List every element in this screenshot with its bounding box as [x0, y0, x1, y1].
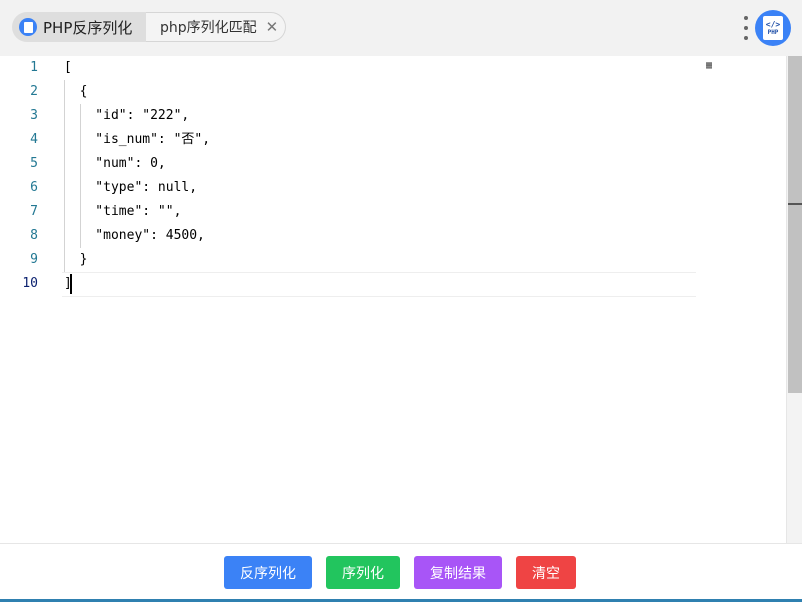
code-glyph: </>: [765, 20, 781, 29]
tab-bar: PHP反序列化 php序列化匹配 ✕ </> PHP: [0, 0, 802, 57]
vertical-scrollbar[interactable]: [786, 56, 802, 543]
tab-php-serialize-match[interactable]: php序列化匹配 ✕: [146, 12, 286, 42]
clear-button[interactable]: 清空: [516, 556, 576, 589]
php-doc-icon: [19, 18, 37, 36]
scrollbar-thumb[interactable]: [788, 56, 802, 393]
line-number: 2: [30, 84, 38, 99]
editor-line: 1 [: [0, 56, 786, 80]
editor-line: 4 "is_num": "否",: [0, 128, 786, 152]
line-code: "id": "222",: [64, 108, 190, 123]
line-number: 4: [30, 132, 38, 147]
editor-line: 7 "time": "",: [0, 200, 786, 224]
editor-line: 3 "id": "222",: [0, 104, 786, 128]
editor-line: 5 "num": 0,: [0, 152, 786, 176]
tab-label: php序列化匹配: [160, 20, 257, 36]
action-bar: 反序列化 序列化 复制结果 清空: [0, 543, 802, 602]
line-code: }: [64, 252, 88, 267]
unserialize-button[interactable]: 反序列化: [224, 556, 312, 589]
kebab-menu-icon[interactable]: [742, 16, 750, 40]
editor-line: 9 }: [0, 248, 786, 272]
tab-php-unserialize[interactable]: PHP反序列化: [12, 12, 152, 42]
code-editor[interactable]: 1 [ 2 { 3 "id": "222", 4 "is_num": "否", …: [0, 56, 786, 543]
copy-result-button[interactable]: 复制结果: [414, 556, 502, 589]
app-logo[interactable]: </> PHP: [755, 10, 791, 46]
line-code: "is_num": "否",: [64, 132, 211, 147]
minimap-icon[interactable]: ▦: [706, 59, 720, 73]
serialize-button[interactable]: 序列化: [326, 556, 400, 589]
editor-line: 8 "money": 4500,: [0, 224, 786, 248]
line-code: [: [64, 60, 72, 75]
line-number: 10: [22, 276, 38, 291]
line-code: "money": 4500,: [64, 228, 205, 243]
line-code: {: [64, 84, 88, 99]
logo-text: PHP: [767, 29, 779, 36]
line-number: 6: [30, 180, 38, 195]
line-number: 3: [30, 108, 38, 123]
line-code: "type": null,: [64, 180, 198, 195]
line-number: 1: [30, 60, 38, 75]
text-cursor: [70, 274, 72, 294]
scrollbar-cursor-marker: [788, 203, 802, 205]
line-number: 9: [30, 252, 38, 267]
line-number: 7: [30, 204, 38, 219]
editor-line: 6 "type": null,: [0, 176, 786, 200]
editor-line: 2 {: [0, 80, 786, 104]
line-code: "num": 0,: [64, 156, 166, 171]
line-number: 5: [30, 156, 38, 171]
editor-line: 10 ]: [0, 272, 786, 296]
tab-label: PHP反序列化: [43, 18, 133, 37]
line-number: 8: [30, 228, 38, 243]
close-icon[interactable]: ✕: [266, 19, 279, 35]
line-code: "time": "",: [64, 204, 182, 219]
